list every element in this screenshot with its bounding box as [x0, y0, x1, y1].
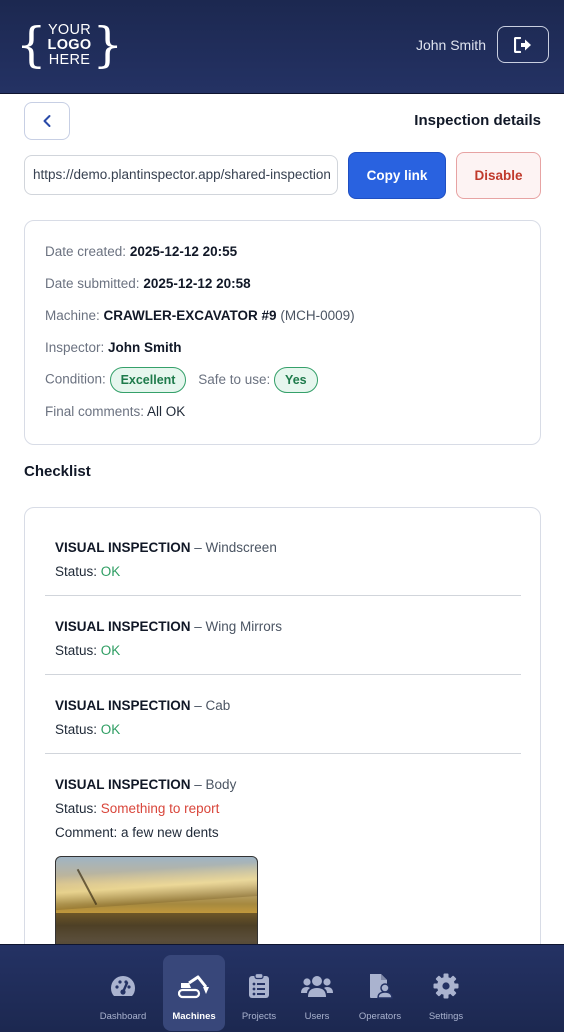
logo-line-3: HERE: [48, 51, 91, 68]
disable-link-button[interactable]: Disable: [456, 152, 541, 199]
back-button[interactable]: [24, 102, 70, 140]
inspector-label: Inspector:: [45, 340, 105, 355]
users-icon: [301, 976, 333, 997]
checklist-item-name: Body: [205, 777, 237, 792]
checklist-item-status: Status: Something to report: [55, 801, 219, 816]
sign-out-icon: [514, 36, 531, 53]
gear-icon: [433, 973, 459, 999]
checklist-item-title: VISUAL INSPECTION – Wing Mirrors: [55, 619, 283, 634]
nav-item-operators[interactable]: Operators: [352, 955, 408, 1031]
checklist-item-category: VISUAL INSPECTION: [55, 540, 191, 555]
checklist-card: VISUAL INSPECTION – Windscreen Status: O…: [24, 507, 541, 967]
checklist-item-comment: Comment: a few new dents: [55, 825, 219, 840]
inspector-row: Inspector: John Smith: [45, 340, 182, 355]
status-label: Status:: [55, 801, 98, 816]
checklist-item-status: Status: OK: [55, 564, 120, 579]
checklist-item: VISUAL INSPECTION – Cab Status: OK: [45, 676, 521, 754]
inspection-photo[interactable]: [55, 856, 258, 956]
logo-text: YOUR LOGO HERE: [47, 21, 92, 68]
logo-brace-left: {: [16, 17, 47, 73]
nav-label: Settings: [428, 1011, 464, 1022]
status-label: Status:: [55, 643, 98, 658]
checklist-item-name: Cab: [205, 698, 231, 713]
machine-name: CRAWLER-EXCAVATOR #9: [103, 308, 277, 323]
status-value: Something to report: [100, 801, 220, 816]
logout-button[interactable]: [497, 26, 549, 63]
logo-line-2: LOGO: [47, 36, 92, 53]
logo-brace-right: }: [92, 17, 123, 73]
condition-label: Condition:: [45, 371, 106, 387]
condition-row: Condition: Excellent Safe to use: Yes: [45, 367, 318, 393]
checklist-title: Checklist: [24, 463, 91, 480]
inspection-details-card: Date created: 2025-12-12 20:55 Date subm…: [24, 220, 541, 445]
checklist-item-category: VISUAL INSPECTION: [55, 619, 191, 634]
comments-value: All OK: [147, 404, 186, 419]
nav-label: Projects: [241, 1011, 277, 1022]
inspector-value: John Smith: [108, 340, 182, 355]
copy-link-button[interactable]: Copy link: [348, 152, 446, 199]
condition-badge: Excellent: [109, 367, 187, 393]
checklist-item: VISUAL INSPECTION – Windscreen Status: O…: [45, 528, 521, 596]
status-value: OK: [100, 722, 121, 737]
checklist-item-title: VISUAL INSPECTION – Body: [55, 777, 237, 792]
nav-label: Machines: [172, 1011, 216, 1022]
checklist-item-category: VISUAL INSPECTION: [55, 698, 191, 713]
chevron-left-icon: [43, 115, 51, 127]
nav-label: Dashboard: [99, 1011, 147, 1022]
nav-item-projects[interactable]: Projects: [234, 955, 284, 1031]
app-header: { YOUR LOGO HERE } John Smith: [0, 0, 564, 94]
checklist-item: VISUAL INSPECTION – Wing Mirrors Status:…: [45, 597, 521, 675]
comment-label: Comment:: [55, 825, 118, 840]
share-link-input[interactable]: https://demo.plantinspector.app/shared-i…: [24, 155, 338, 195]
comments-label: Final comments:: [45, 404, 145, 419]
clipboard-list-icon: [249, 973, 269, 998]
user-name: John Smith: [415, 37, 486, 53]
checklist-item-name: Wing Mirrors: [205, 619, 283, 634]
checklist-item: VISUAL INSPECTION – Body Status: Somethi…: [45, 755, 521, 966]
checklist-item-title: VISUAL INSPECTION – Windscreen: [55, 540, 277, 555]
status-label: Status:: [55, 722, 98, 737]
nav-item-machines[interactable]: Machines: [163, 955, 225, 1031]
machine-id: (MCH-0009): [280, 308, 355, 323]
bottom-navigation: Dashboard Machines Projects Users Operat…: [0, 944, 564, 1032]
date-submitted-label: Date submitted:: [45, 276, 140, 291]
date-created-row: Date created: 2025-12-12 20:55: [45, 244, 237, 259]
logo-line-1: YOUR: [47, 21, 92, 38]
checklist-item-title: VISUAL INSPECTION – Cab: [55, 698, 231, 713]
nav-item-dashboard[interactable]: Dashboard: [93, 955, 153, 1031]
checklist-item-status: Status: OK: [55, 722, 120, 737]
checklist-item-status: Status: OK: [55, 643, 120, 658]
machine-row: Machine: CRAWLER-EXCAVATOR #9 (MCH-0009): [45, 308, 355, 323]
excavator-icon: [178, 975, 209, 999]
comment-value: a few new dents: [121, 825, 219, 840]
nav-label: Users: [304, 1011, 330, 1022]
status-value: OK: [100, 564, 121, 579]
logo[interactable]: { YOUR LOGO HERE }: [16, 17, 123, 73]
date-created-value: 2025-12-12 20:55: [129, 244, 238, 259]
status-value: OK: [100, 643, 121, 658]
checklist-item-name: Windscreen: [205, 540, 277, 555]
comments-row: Final comments: All OK: [45, 404, 185, 419]
date-submitted-row: Date submitted: 2025-12-12 20:58: [45, 276, 251, 291]
gauge-icon: [111, 976, 135, 996]
machine-label: Machine:: [45, 308, 100, 323]
safe-label: Safe to use:: [198, 371, 271, 387]
file-user-icon: [370, 974, 393, 999]
nav-item-settings[interactable]: Settings: [420, 955, 472, 1031]
status-label: Status:: [55, 564, 98, 579]
nav-item-users[interactable]: Users: [294, 955, 340, 1031]
safe-badge: Yes: [274, 367, 318, 393]
nav-label: Operators: [358, 1011, 402, 1022]
date-created-label: Date created:: [45, 244, 127, 259]
page-title: Inspection details: [414, 112, 541, 129]
date-submitted-value: 2025-12-12 20:58: [143, 276, 251, 291]
checklist-item-category: VISUAL INSPECTION: [55, 777, 191, 792]
